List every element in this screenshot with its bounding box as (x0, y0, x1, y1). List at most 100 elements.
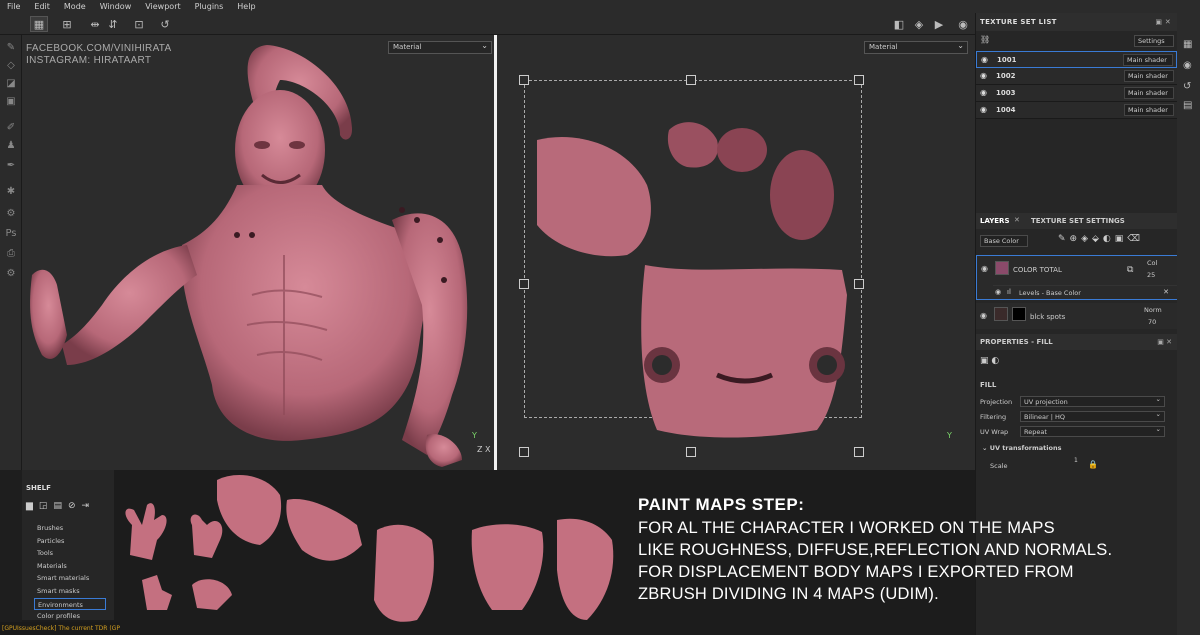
shader-select[interactable]: Main shader (1123, 54, 1173, 66)
viewport-uv[interactable]: Material Y (497, 35, 975, 470)
eye-icon[interactable]: ◉ (980, 105, 987, 114)
eye-icon[interactable]: ◉ (995, 288, 1001, 296)
link-icon[interactable]: ⛓ (980, 35, 990, 44)
smudge-icon[interactable]: ✐ (4, 121, 18, 135)
eye-icon[interactable]: ◉ (980, 71, 987, 80)
shelf-item-smart-materials[interactable]: Smart materials (34, 572, 106, 585)
lock-icon[interactable]: 🔒 (1088, 460, 1098, 469)
texture-set-icon[interactable]: ▦ (1183, 39, 1192, 50)
shelf-item-materials[interactable]: Materials (34, 560, 106, 573)
new-folder-icon[interactable]: ◲ (39, 501, 48, 511)
layer-item[interactable]: ◉ blck spots Norm 70 (976, 303, 1178, 329)
paint-brush-icon[interactable]: ✎ (4, 41, 18, 55)
shelf-item-particles[interactable]: Particles (34, 535, 106, 548)
display-settings-icon[interactable]: ◉ (1183, 60, 1192, 71)
remove-effect-icon[interactable]: ✕ (1163, 288, 1169, 296)
uv-transformations-label: UV transformations (989, 444, 1062, 452)
photoshop-icon[interactable]: Ps (4, 227, 18, 241)
caption-heading: PAINT MAPS STEP: (638, 495, 805, 514)
geometry-fill-icon[interactable]: ▣ (4, 95, 18, 109)
hide-icon[interactable]: ⊘ (68, 501, 76, 511)
grid-settings-icon[interactable]: ⊞ (58, 16, 76, 32)
texture-set-row[interactable]: ◉ 1002 Main shader (976, 68, 1177, 85)
shelf-item-environments[interactable]: Environments (34, 597, 106, 611)
import-icon[interactable]: ⇥ (82, 501, 90, 511)
history-icon[interactable]: ↺ (156, 16, 174, 32)
eye-icon[interactable]: ◉ (980, 311, 987, 320)
texture-set-row[interactable]: ◉ 1004 Main shader (976, 102, 1177, 119)
scale-label: Scale (990, 462, 1008, 470)
shader-select[interactable]: Main shader (1124, 104, 1174, 116)
color-picker-icon[interactable]: ✒ (4, 159, 18, 173)
viewport-3d[interactable]: FACEBOOK.COM/VINIHIRATA INSTAGRAM: HIRAT… (22, 35, 494, 470)
clone-icon[interactable]: ♟ (4, 139, 18, 153)
eye-icon[interactable]: ◉ (981, 55, 988, 64)
layer-name: COLOR TOTAL (1013, 266, 1062, 274)
settings-icon[interactable]: ⚙ (4, 207, 18, 221)
properties-header: PROPERTIES - FILL ▣ ✕ (976, 334, 1178, 350)
symmetry-icon[interactable]: ⇹ (86, 16, 104, 32)
layer-opacity[interactable]: 70 (1148, 318, 1156, 326)
panel-controls-icon[interactable]: ▣ ✕ (1155, 13, 1171, 31)
texture-set-row[interactable]: ◉ 1003 Main shader (976, 85, 1177, 102)
levels-icon: ıl (1007, 288, 1011, 296)
layer-actions-icon[interactable]: ✎⊕◈⬙◐▣⌫ (1058, 234, 1144, 244)
uv-transformations-section[interactable]: ⌄ UV transformations (982, 444, 1061, 452)
tab-layers[interactable]: LAYERS (980, 217, 1010, 225)
projection-select[interactable]: UV projection (1020, 394, 1165, 407)
menu-window[interactable]: Window (93, 2, 139, 11)
layer-blend[interactable]: Norm (1144, 306, 1162, 314)
texture-set-settings-button[interactable]: Settings (1134, 35, 1174, 47)
shelf-item-smart-masks[interactable]: Smart masks (34, 585, 106, 598)
mirror-icon[interactable]: ⇵ (104, 16, 122, 32)
eraser-icon[interactable]: ◇ (4, 59, 18, 73)
export-icon[interactable]: ⎙ (4, 247, 18, 261)
shelf-item-color-profiles[interactable]: Color profiles (34, 610, 106, 623)
tab-texture-set-settings[interactable]: TEXTURE SET SETTINGS (1031, 217, 1125, 225)
grid-icon[interactable]: ▦ (30, 16, 48, 32)
texture-set-row[interactable]: ◉ 1001 Main shader (976, 51, 1177, 68)
menu-viewport[interactable]: Viewport (138, 2, 187, 11)
history-icon[interactable]: ↺ (1183, 81, 1191, 92)
texture-set-name: 1003 (996, 89, 1016, 97)
shelf-item-brushes[interactable]: Brushes (34, 522, 106, 535)
bake-icon[interactable]: ✱ (4, 185, 18, 199)
channel-select[interactable]: Base Color (980, 235, 1028, 247)
shader-select[interactable]: Main shader (1124, 70, 1174, 82)
folder-icon[interactable]: ▆ (26, 501, 33, 511)
shader-select[interactable]: Main shader (1124, 87, 1174, 99)
scale-value[interactable]: 1 (1074, 457, 1078, 464)
shelf-item-tools[interactable]: Tools (34, 547, 106, 560)
layer-effect-row[interactable]: ◉ ıl Levels - Base Color ✕ (993, 285, 1177, 299)
layers-tabs: LAYERS ✕ TEXTURE SET SETTINGS (976, 213, 1178, 229)
menu-mode[interactable]: Mode (57, 2, 93, 11)
uvwrap-select[interactable]: Repeat (1020, 424, 1165, 437)
video-icon[interactable]: ▶ (930, 16, 948, 32)
menu-plugins[interactable]: Plugins (188, 2, 231, 11)
layer-opacity[interactable]: 25 (1147, 271, 1155, 279)
cube-icon[interactable]: ◈ (910, 16, 928, 32)
axis-z-label: Z (477, 445, 483, 454)
menu-edit[interactable]: Edit (27, 2, 57, 11)
fill-tabs-icon[interactable]: ▣ ◐ (980, 356, 999, 366)
gear-icon[interactable]: ⚙ (4, 267, 18, 281)
caption-overlay: PAINT MAPS STEP: FOR AL THE CHARACTER I … (638, 495, 1158, 605)
screenshot-icon[interactable]: ◉ (954, 16, 972, 32)
save-icon[interactable]: ▤ (53, 501, 62, 511)
camera-mode-icon[interactable]: ◧ (890, 16, 908, 32)
eye-icon[interactable]: ◉ (980, 88, 987, 97)
menu-file[interactable]: File (0, 2, 27, 11)
filtering-select[interactable]: Bilinear | HQ (1020, 409, 1165, 422)
layer-blend[interactable]: Col (1147, 259, 1157, 267)
axis-y-label: Y (472, 431, 477, 440)
layers-toolbar: Base Color ✎⊕◈⬙◐▣⌫ (976, 231, 1178, 251)
panel-controls-icon[interactable]: ▣ ✕ (1157, 334, 1172, 350)
menu-help[interactable]: Help (230, 2, 262, 11)
layer-item[interactable]: ◉ COLOR TOTAL ⧉ Col 25 ◉ ıl Levels - Bas… (976, 255, 1178, 300)
close-icon[interactable]: ✕ (1014, 216, 1020, 224)
layer-mask-icon[interactable]: ⧉ (1127, 265, 1133, 275)
eye-icon[interactable]: ◉ (981, 264, 988, 273)
frame-icon[interactable]: ⊡ (130, 16, 148, 32)
log-icon[interactable]: ▤ (1183, 100, 1192, 111)
projection-icon[interactable]: ◪ (4, 77, 18, 91)
